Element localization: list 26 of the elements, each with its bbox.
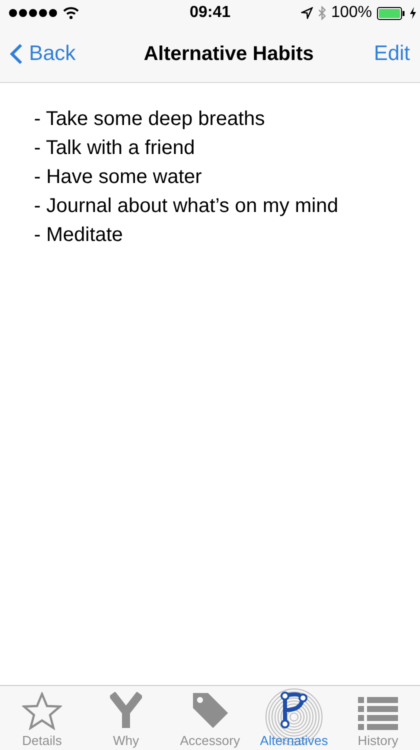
chevron-icon xyxy=(10,43,23,65)
note-line: - Talk with a friend xyxy=(34,136,196,161)
list-icon xyxy=(358,697,398,730)
back-button[interactable]: Back xyxy=(10,42,76,66)
note-line: - Take some deep breaths xyxy=(34,107,266,132)
tab-button[interactable]: Alternatives xyxy=(252,686,336,750)
charging-icon xyxy=(410,7,416,19)
tab-button[interactable]: Accessory xyxy=(168,686,252,750)
tab-button[interactable]: Why xyxy=(84,686,168,750)
battery-percent: 100% xyxy=(331,4,372,22)
tag-icon xyxy=(190,690,230,730)
screen-title: Alternative Habits xyxy=(144,42,314,66)
tab-button[interactable]: History xyxy=(336,686,420,750)
fork-icon xyxy=(110,692,142,730)
battery-icon xyxy=(377,6,405,20)
status-time: 09:41 xyxy=(190,4,230,22)
location-icon xyxy=(301,7,314,19)
edit-button[interactable]: Edit xyxy=(374,42,410,66)
tab-button[interactable]: Details xyxy=(0,686,84,750)
wifi-icon xyxy=(63,7,79,19)
note-line: - Meditate xyxy=(34,223,124,248)
star-icon xyxy=(22,692,62,730)
bluetooth-icon xyxy=(318,6,326,20)
note-line: - Have some water xyxy=(34,165,203,190)
signal-icon xyxy=(8,8,58,18)
note-line: - Journal about what’s on my mind xyxy=(34,194,340,219)
